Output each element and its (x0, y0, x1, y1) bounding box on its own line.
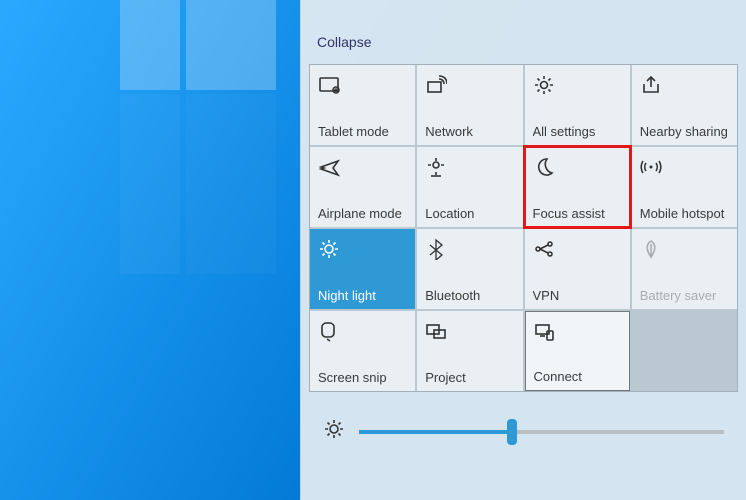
snip-icon (318, 319, 407, 343)
quick-action-vpn[interactable]: VPN (525, 229, 630, 309)
quick-action-tablet-mode[interactable]: Tablet mode (310, 65, 415, 145)
tablet-mode-icon (318, 73, 407, 97)
quick-action-project[interactable]: Project (417, 311, 522, 391)
quick-action-bluetooth[interactable]: Bluetooth (417, 229, 522, 309)
quick-action-label: Nearby sharing (640, 124, 729, 139)
wallpaper-decoration (186, 0, 276, 90)
quick-action-label: All settings (533, 124, 622, 139)
quick-action-network[interactable]: Network (417, 65, 522, 145)
quick-action-label: VPN (533, 288, 622, 303)
quick-action-label: Bluetooth (425, 288, 514, 303)
quick-action-label: Screen snip (318, 370, 407, 385)
wallpaper-decoration (120, 94, 180, 274)
quick-action-mobile-hotspot[interactable]: Mobile hotspot (632, 147, 737, 227)
quick-action-label: Location (425, 206, 514, 221)
wallpaper-decoration (120, 0, 180, 90)
quick-action-all-settings[interactable]: All settings (525, 65, 630, 145)
quick-action-night-light[interactable]: Night light (310, 229, 415, 309)
quick-action-label: Network (425, 124, 514, 139)
quick-action-screen-snip[interactable]: Screen snip (310, 311, 415, 391)
quick-action-label: Focus assist (533, 206, 622, 221)
brightness-slider-thumb[interactable] (507, 419, 517, 445)
desktop-wallpaper: Collapse Tablet mode Network All settings N… (0, 0, 746, 500)
quick-action-focus-assist[interactable]: Focus assist (525, 147, 630, 227)
quick-action-connect[interactable]: Connect (525, 311, 630, 391)
quick-action-airplane-mode[interactable]: Airplane mode (310, 147, 415, 227)
quick-action-label: Connect (534, 369, 621, 384)
vpn-icon (533, 237, 622, 261)
leaf-icon (640, 237, 729, 261)
moon-icon (533, 155, 622, 179)
collapse-link[interactable]: Collapse (309, 30, 379, 64)
connect-icon (534, 320, 621, 344)
settings-gear-icon (533, 73, 622, 97)
quick-action-label: Airplane mode (318, 206, 407, 221)
brightness-icon (318, 237, 407, 261)
location-pin-icon (425, 155, 514, 179)
quick-action-label: Night light (318, 288, 407, 303)
quick-action-battery-saver[interactable]: Battery saver (632, 229, 737, 309)
network-icon (425, 73, 514, 97)
quick-action-nearby-sharing[interactable]: Nearby sharing (632, 65, 737, 145)
brightness-slider[interactable] (359, 430, 724, 434)
action-center-panel: Collapse Tablet mode Network All settings N… (300, 0, 746, 500)
quick-action-grid: Tablet mode Network All settings Nearby sha… (309, 64, 738, 392)
project-icon (425, 319, 514, 343)
wallpaper-decoration (186, 94, 276, 274)
hotspot-icon (640, 155, 729, 179)
quick-action-label: Project (425, 370, 514, 385)
airplane-icon (318, 155, 407, 179)
quick-action-label: Battery saver (640, 288, 729, 303)
brightness-icon (323, 418, 345, 445)
bluetooth-icon (425, 237, 514, 261)
share-icon (640, 73, 729, 97)
quick-action-label: Tablet mode (318, 124, 407, 139)
brightness-control (309, 392, 738, 453)
quick-action-label: Mobile hotspot (640, 206, 729, 221)
quick-action-location[interactable]: Location (417, 147, 522, 227)
